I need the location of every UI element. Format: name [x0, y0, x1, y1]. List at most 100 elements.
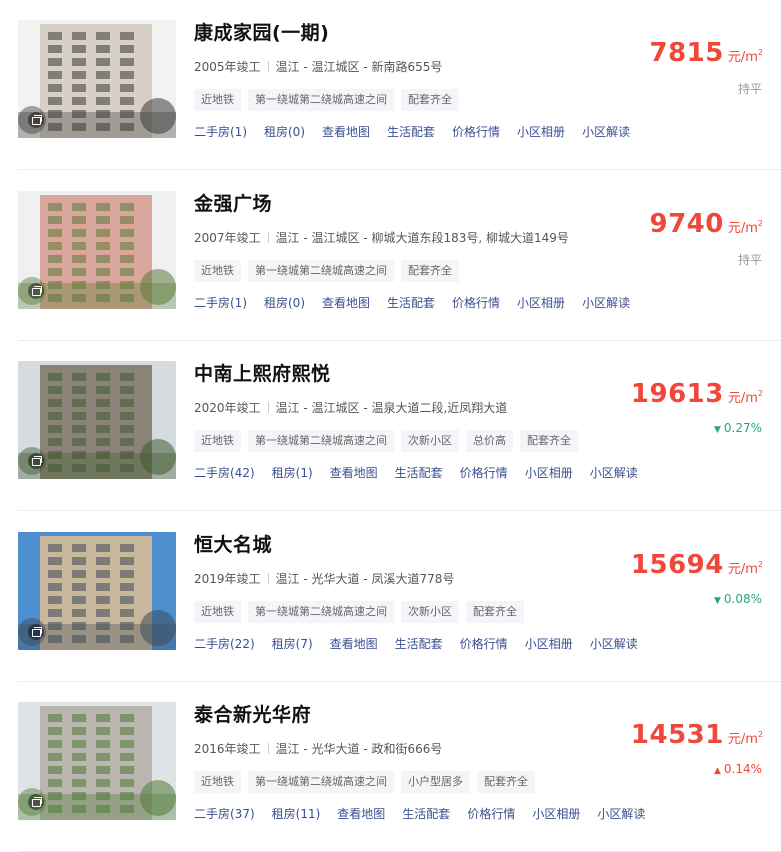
listing-link[interactable]: 价格行情 — [460, 637, 508, 651]
listing-title[interactable]: 中南上熙府熙悦 — [194, 359, 331, 386]
divider — [18, 510, 781, 511]
listing-location: 温江 - 光华大道 - 凤溪大道778号 — [275, 572, 455, 586]
meta-divider — [267, 743, 269, 754]
listing-link[interactable]: 小区解读 — [597, 807, 645, 821]
trend-text: 持平 — [737, 82, 762, 96]
feature-tag: 总价高 — [466, 430, 513, 452]
avg-price: 9740 元/m2 — [649, 209, 763, 239]
listing-photo[interactable] — [18, 20, 176, 138]
listing-link[interactable]: 小区相册 — [517, 296, 565, 310]
listing-link[interactable]: 二手房(42) — [194, 466, 255, 480]
meta-divider — [267, 232, 269, 243]
completion-year: 2016年竣工 — [194, 742, 261, 756]
listing-meta: 2007年竣工 温江 - 温江城区 - 柳城大道东段183号, 柳城大道149号 — [194, 229, 569, 246]
listing-title[interactable]: 泰合新光华府 — [194, 700, 311, 727]
listing-link[interactable]: 二手房(37) — [194, 807, 255, 821]
tag-list: 近地铁 第一绕城第二绕城高速之间 配套齐全 — [194, 259, 466, 282]
avg-price: 7815 元/m2 — [649, 38, 763, 68]
feature-tag: 配套齐全 — [477, 771, 535, 793]
listing-link[interactable]: 生活配套 — [395, 637, 443, 651]
price-trend: ▲ 0.14% — [714, 762, 762, 776]
listing-link[interactable]: 小区相册 — [532, 807, 580, 821]
price-unit: 元/m2 — [727, 730, 763, 747]
feature-tag: 第一绕城第二绕城高速之间 — [248, 89, 394, 111]
listing-link[interactable]: 二手房(1) — [194, 125, 247, 139]
listing-link[interactable]: 生活配套 — [387, 125, 435, 139]
listing-location: 温江 - 温江城区 - 温泉大道二段,近凤翔大道 — [275, 401, 508, 415]
listing-link[interactable]: 小区相册 — [525, 637, 573, 651]
listing-link[interactable]: 租房(1) — [272, 466, 313, 480]
listing-links: 二手房(1) 租房(0) 查看地图 生活配套 价格行情 小区相册 小区解读 — [194, 123, 647, 140]
album-icon[interactable] — [28, 794, 44, 810]
feature-tag: 近地铁 — [194, 771, 241, 793]
listing-link[interactable]: 查看地图 — [337, 807, 385, 821]
tag-list: 近地铁 第一绕城第二绕城高速之间 次新小区 总价高 配套齐全 — [194, 429, 585, 452]
listing-links: 二手房(22) 租房(7) 查看地图 生活配套 价格行情 小区相册 小区解读 — [194, 635, 655, 652]
tag-list: 近地铁 第一绕城第二绕城高速之间 小户型居多 配套齐全 — [194, 770, 542, 793]
completion-year: 2019年竣工 — [194, 572, 261, 586]
listing-link[interactable]: 小区解读 — [582, 296, 630, 310]
listing-link[interactable]: 查看地图 — [330, 466, 378, 480]
feature-tag: 第一绕城第二绕城高速之间 — [248, 771, 394, 793]
listing-photo[interactable] — [18, 532, 176, 650]
listing-link[interactable]: 生活配套 — [387, 296, 435, 310]
listing-link[interactable]: 价格行情 — [452, 125, 500, 139]
feature-tag: 配套齐全 — [401, 260, 459, 282]
feature-tag: 第一绕城第二绕城高速之间 — [248, 430, 394, 452]
listing-item[interactable]: 泰合新光华府 2016年竣工 温江 - 光华大道 - 政和街666号 近地铁 第一绕… — [0, 682, 781, 852]
listing-link[interactable]: 租房(11) — [272, 807, 321, 821]
price-trend: ▼ 0.08% — [714, 592, 762, 606]
listing-link[interactable]: 小区解读 — [582, 125, 630, 139]
listing-link[interactable]: 二手房(1) — [194, 296, 247, 310]
meta-divider — [267, 61, 269, 72]
listing-links: 二手房(1) 租房(0) 查看地图 生活配套 价格行情 小区相册 小区解读 — [194, 294, 647, 311]
listing-title[interactable]: 康成家园(一期) — [194, 18, 329, 45]
listing-title[interactable]: 恒大名城 — [194, 530, 272, 557]
listing-link[interactable]: 价格行情 — [460, 466, 508, 480]
listing-link[interactable]: 二手房(22) — [194, 637, 255, 651]
album-icon[interactable] — [28, 112, 44, 128]
listing-link[interactable]: 价格行情 — [452, 296, 500, 310]
listing-link[interactable]: 小区解读 — [590, 466, 638, 480]
listing-link[interactable]: 小区解读 — [590, 637, 638, 651]
listing-item[interactable]: 恒大名城 2019年竣工 温江 - 光华大道 - 凤溪大道778号 近地铁 第一绕城… — [0, 512, 781, 682]
listing-link[interactable]: 查看地图 — [322, 125, 370, 139]
listing-meta: 2016年竣工 温江 - 光华大道 - 政和街666号 — [194, 740, 442, 757]
trend-text: 0.08% — [723, 592, 762, 606]
listing-link[interactable]: 租房(0) — [264, 125, 305, 139]
listing-link[interactable]: 价格行情 — [467, 807, 515, 821]
listing-title[interactable]: 金强广场 — [194, 189, 272, 216]
listing-meta: 2020年竣工 温江 - 温江城区 - 温泉大道二段,近凤翔大道 — [194, 399, 507, 416]
listing-meta: 2019年竣工 温江 - 光华大道 - 凤溪大道778号 — [194, 570, 454, 587]
album-icon[interactable] — [28, 624, 44, 640]
arrow-down-icon: ▼ — [713, 596, 721, 606]
avg-price: 14531 元/m2 — [631, 720, 763, 750]
tag-list: 近地铁 第一绕城第二绕城高速之间 配套齐全 — [194, 88, 466, 111]
album-icon[interactable] — [28, 453, 44, 469]
price-value: 14531 — [630, 720, 724, 750]
listing-link[interactable]: 租房(0) — [264, 296, 305, 310]
listing-item[interactable]: 中南上熙府熙悦 2020年竣工 温江 - 温江城区 - 温泉大道二段,近凤翔大道 … — [0, 341, 781, 511]
listing-item[interactable]: 康成家园(一期) 2005年竣工 温江 - 温江城区 - 新南路655号 近地铁第… — [0, 0, 781, 170]
completion-year: 2007年竣工 — [194, 231, 261, 245]
listing-location: 温江 - 温江城区 - 柳城大道东段183号, 柳城大道149号 — [275, 231, 569, 245]
price-value: 9740 — [649, 209, 724, 239]
listing-link[interactable]: 查看地图 — [322, 296, 370, 310]
divider — [18, 169, 781, 170]
listing-link[interactable]: 租房(7) — [272, 637, 313, 651]
listing-item[interactable]: 金强广场 2007年竣工 温江 - 温江城区 - 柳城大道东段183号, 柳城大道… — [0, 171, 781, 341]
listing-photo[interactable] — [18, 361, 176, 479]
listing-link[interactable]: 生活配套 — [402, 807, 450, 821]
listing-photo[interactable] — [18, 702, 176, 820]
listing-photo[interactable] — [18, 191, 176, 309]
meta-divider — [267, 402, 269, 413]
price-trend: 持平 — [738, 80, 762, 97]
completion-year: 2005年竣工 — [194, 60, 261, 74]
album-icon[interactable] — [28, 283, 44, 299]
listing-link[interactable]: 小区相册 — [525, 466, 573, 480]
listing-link[interactable]: 查看地图 — [330, 637, 378, 651]
arrow-up-icon: ▲ — [713, 766, 721, 776]
listing-link[interactable]: 小区相册 — [517, 125, 565, 139]
price-trend: 持平 — [738, 251, 762, 268]
listing-link[interactable]: 生活配套 — [395, 466, 443, 480]
